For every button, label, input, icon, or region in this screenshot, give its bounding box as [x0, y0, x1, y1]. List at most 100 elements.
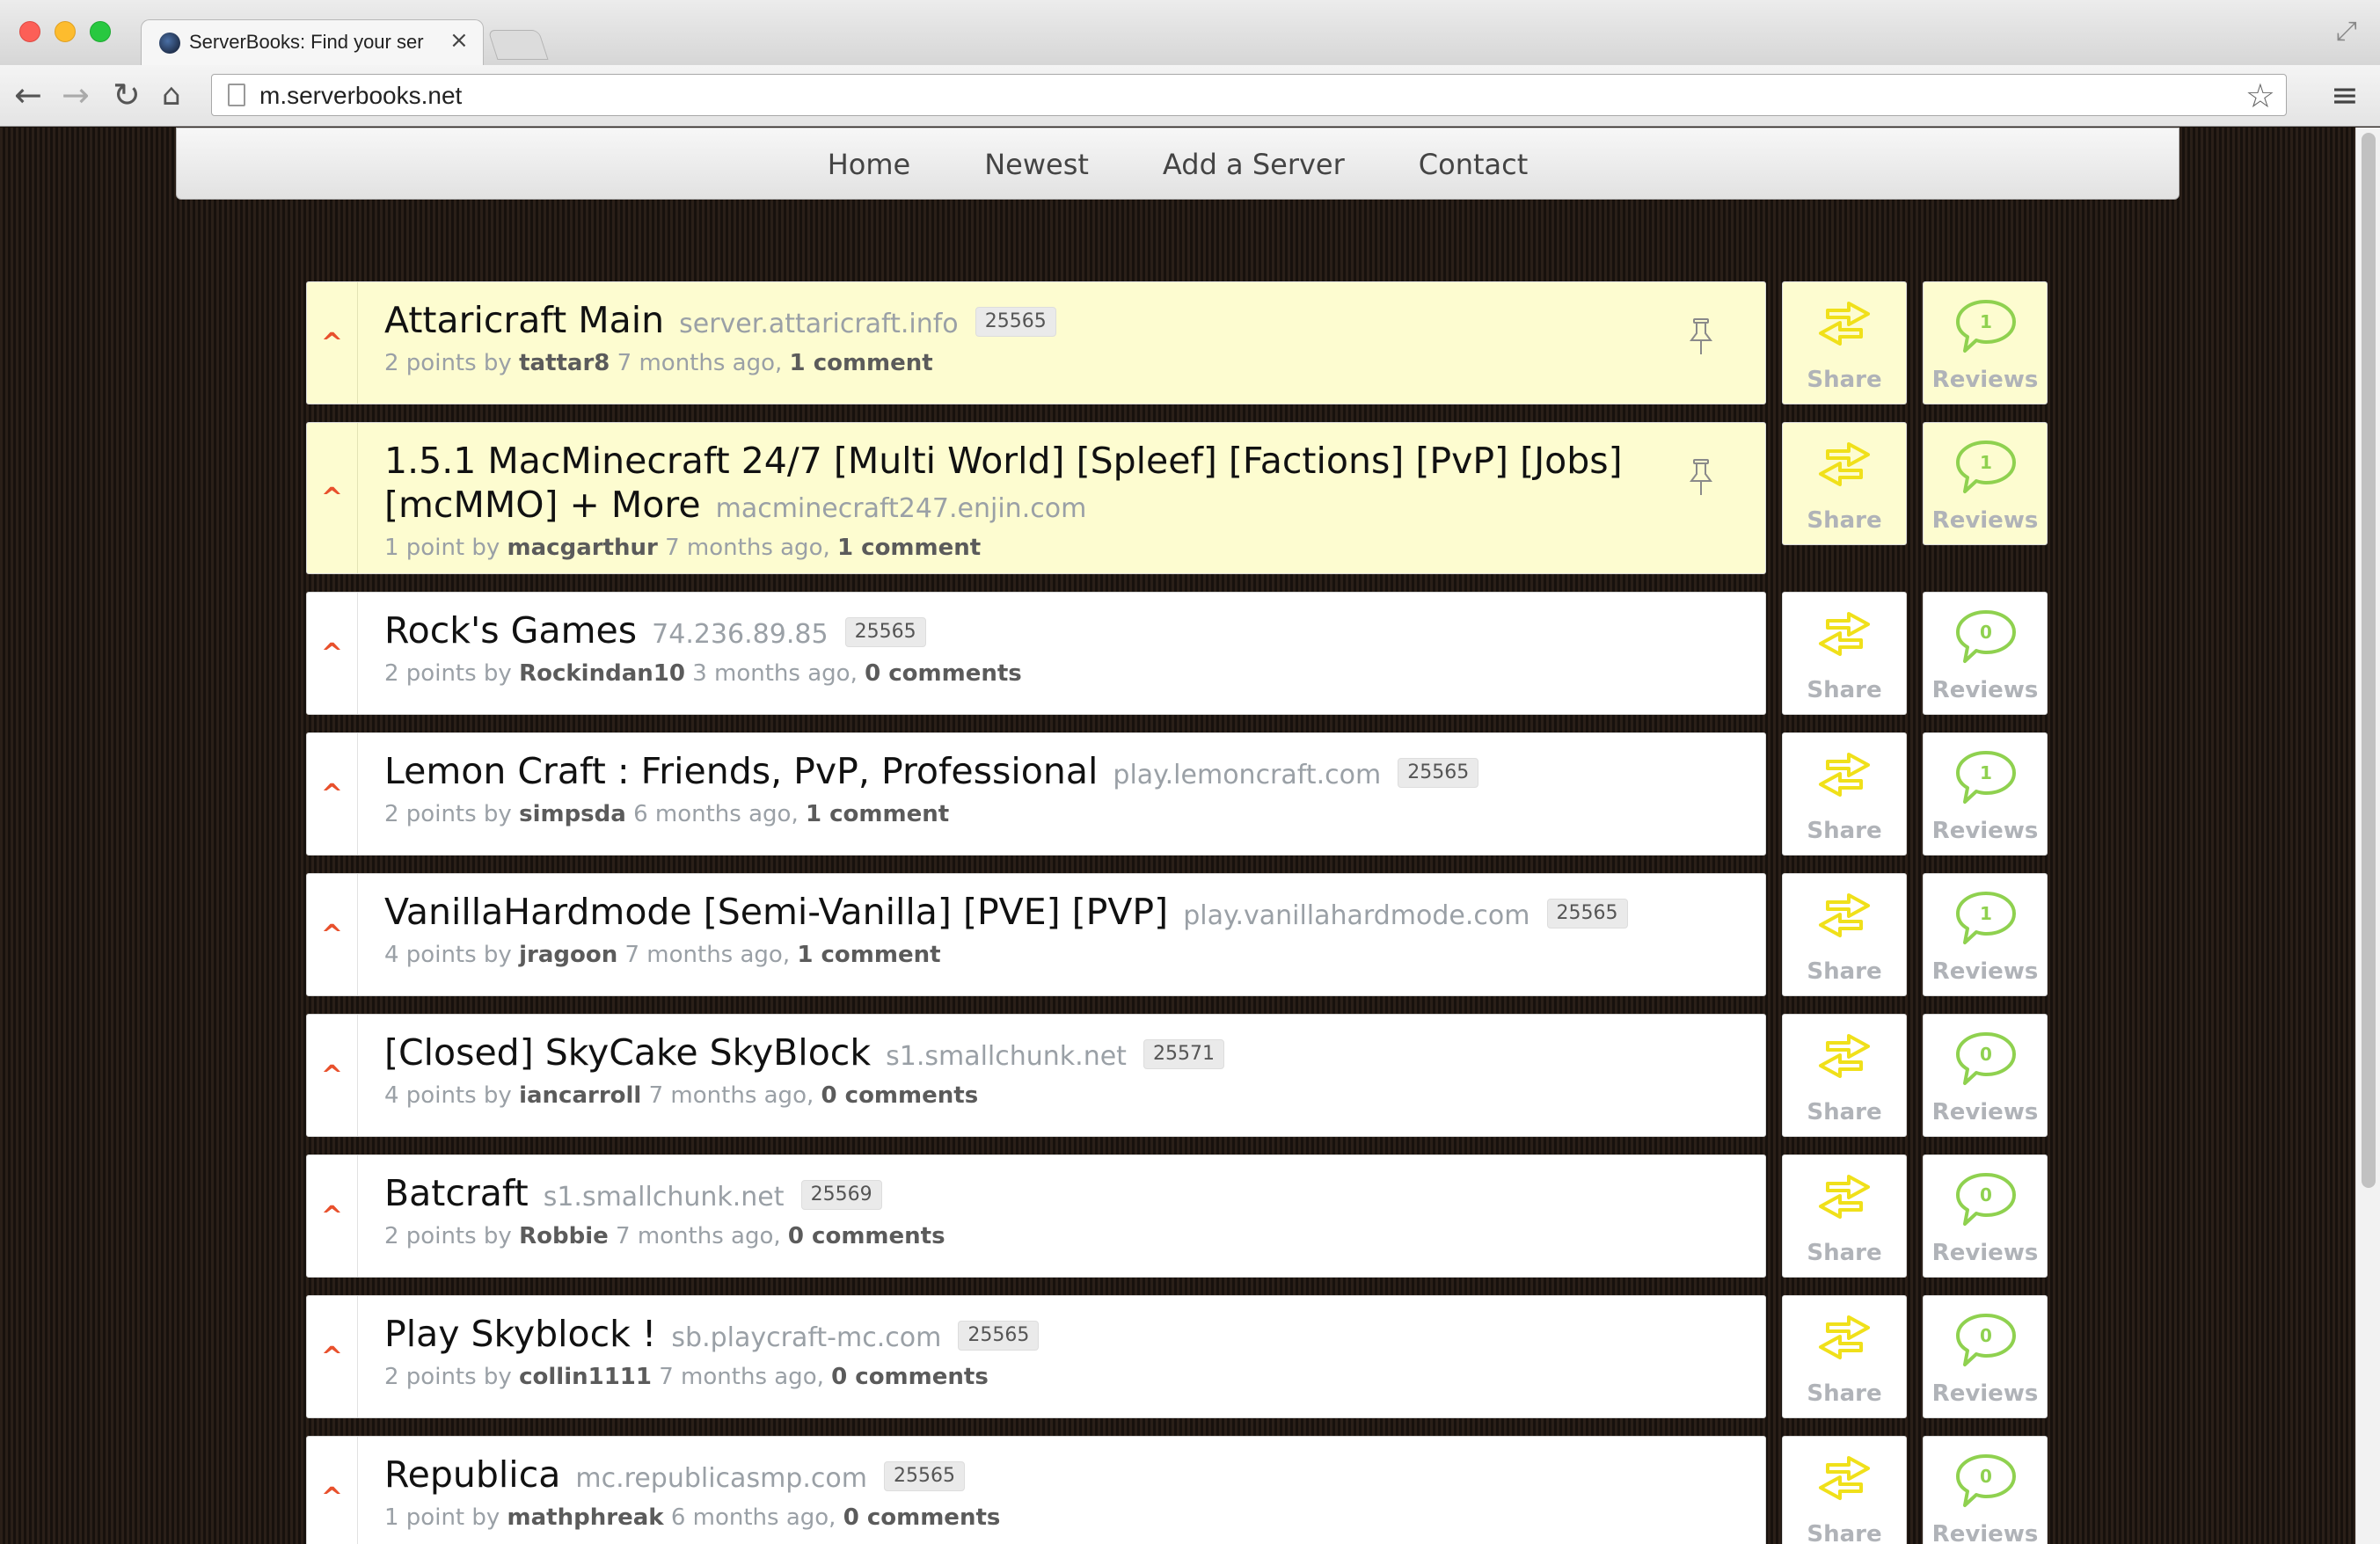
upvote-button[interactable]: ^: [307, 733, 358, 855]
share-button[interactable]: Share: [1782, 1436, 1907, 1544]
browser-tab[interactable]: ServerBooks: Find your ser ×: [141, 19, 484, 65]
reviews-button[interactable]: 0 Reviews: [1923, 592, 2048, 715]
username-link[interactable]: Rockindan10: [519, 660, 685, 687]
upvote-button[interactable]: ^: [307, 874, 358, 995]
server-port: 25565: [844, 617, 926, 647]
upvote-arrow-icon: ^: [320, 919, 344, 950]
server-content: Play Skyblock ! sb.playcraft-mc.com 2556…: [358, 1296, 1765, 1417]
share-button[interactable]: Share: [1782, 592, 1907, 715]
reviews-button[interactable]: 0 Reviews: [1923, 1295, 2048, 1418]
points-text: 2 points by: [384, 350, 512, 376]
menu-icon[interactable]: ≡: [2331, 76, 2359, 114]
upvote-arrow-icon: ^: [320, 483, 344, 513]
page-scrollbar[interactable]: [2355, 127, 2380, 1544]
speech-bubble-icon: 1: [1956, 892, 2016, 944]
page-icon: [228, 84, 245, 106]
upvote-button[interactable]: ^: [307, 1015, 358, 1136]
bookmark-star-icon[interactable]: ☆: [2245, 76, 2275, 115]
reviews-button[interactable]: 0 Reviews: [1923, 1014, 2048, 1137]
reviews-button[interactable]: 1 Reviews: [1923, 281, 2048, 404]
share-button[interactable]: Share: [1782, 1154, 1907, 1278]
nav-contact[interactable]: Contact: [1419, 148, 1529, 181]
server-meta: 2 points by collin1111 7 months ago, 0 c…: [384, 1364, 1704, 1390]
comments-link[interactable]: 0 comments: [788, 1223, 945, 1249]
age-text: 7 months ago,: [659, 1364, 824, 1390]
username-link[interactable]: tattar8: [519, 350, 610, 376]
comments-link[interactable]: 0 comments: [831, 1364, 989, 1390]
server-row: ^ VanillaHardmode [Semi-Vanilla] [PVE] […: [306, 873, 2065, 996]
comments-link[interactable]: 1 comment: [790, 350, 933, 376]
review-count: 0: [1980, 1044, 1992, 1065]
share-label: Share: [1807, 1099, 1882, 1125]
server-row: ^ 1.5.1 MacMinecraft 24/7 [Multi World] …: [306, 422, 2065, 574]
username-link[interactable]: Robbie: [519, 1223, 609, 1249]
server-port: 25565: [958, 1321, 1040, 1351]
nav-newest[interactable]: Newest: [984, 148, 1089, 181]
upvote-button[interactable]: ^: [307, 423, 358, 573]
forward-arrow-icon[interactable]: →: [62, 76, 90, 114]
reviews-button[interactable]: 1 Reviews: [1923, 422, 2048, 545]
comments-link[interactable]: 1 comment: [806, 801, 949, 827]
share-button[interactable]: Share: [1782, 1014, 1907, 1137]
username-link[interactable]: jragoon: [519, 942, 617, 968]
share-label: Share: [1807, 367, 1882, 393]
server-meta: 4 points by iancarroll 7 months ago, 0 c…: [384, 1082, 1704, 1109]
username-link[interactable]: macgarthur: [507, 535, 658, 561]
comments-link[interactable]: 0 comments: [843, 1504, 1001, 1531]
server-title-link[interactable]: Lemon Craft : Friends, PvP, Professional: [384, 750, 1098, 792]
back-arrow-icon[interactable]: ←: [14, 76, 42, 114]
minimize-window-button[interactable]: [55, 21, 76, 42]
scrollbar-thumb[interactable]: [2362, 133, 2376, 1188]
close-icon[interactable]: ×: [449, 27, 469, 54]
server-title-link[interactable]: Attaricraft Main: [384, 299, 664, 341]
reviews-button[interactable]: 1 Reviews: [1923, 873, 2048, 996]
comments-link[interactable]: 0 comments: [865, 660, 1022, 687]
username-link[interactable]: iancarroll: [519, 1082, 641, 1109]
server-content: Attaricraft Main server.attaricraft.info…: [358, 282, 1765, 404]
reviews-button[interactable]: 1 Reviews: [1923, 732, 2048, 856]
new-tab-button[interactable]: [487, 30, 549, 60]
share-button[interactable]: Share: [1782, 281, 1907, 404]
server-title-link[interactable]: Rock's Games: [384, 609, 637, 652]
reviews-button[interactable]: 0 Reviews: [1923, 1436, 2048, 1544]
share-button[interactable]: Share: [1782, 873, 1907, 996]
home-icon[interactable]: ⌂: [162, 76, 181, 114]
comments-link[interactable]: 1 comment: [797, 942, 940, 968]
username-link[interactable]: mathphreak: [507, 1504, 664, 1531]
share-arrows-icon: [1819, 302, 1870, 346]
server-title-link[interactable]: Republica: [384, 1453, 560, 1496]
server-domain: 74.236.89.85: [652, 619, 829, 650]
server-title-link[interactable]: [Closed] SkyCake SkyBlock: [384, 1031, 871, 1074]
server-row: ^ Rock's Games 74.236.89.85 25565 2 poin…: [306, 592, 2065, 715]
zoom-window-button[interactable]: [90, 21, 111, 42]
share-button[interactable]: Share: [1782, 422, 1907, 545]
username-link[interactable]: simpsda: [519, 801, 626, 827]
nav-home[interactable]: Home: [828, 148, 911, 181]
address-bar[interactable]: m.serverbooks.net ☆: [211, 74, 2287, 116]
username-link[interactable]: collin1111: [519, 1364, 652, 1390]
close-window-button[interactable]: [19, 21, 40, 42]
reviews-button[interactable]: 0 Reviews: [1923, 1154, 2048, 1278]
upvote-button[interactable]: ^: [307, 1296, 358, 1417]
points-text: 1 point by: [384, 1504, 500, 1531]
reload-icon[interactable]: ↻: [113, 76, 141, 114]
upvote-button[interactable]: ^: [307, 1155, 358, 1277]
server-title-link[interactable]: Batcraft: [384, 1172, 529, 1214]
upvote-button[interactable]: ^: [307, 282, 358, 404]
server-title-link[interactable]: VanillaHardmode [Semi-Vanilla] [PVE] [PV…: [384, 891, 1168, 933]
server-domain: s1.smallchunk.net: [543, 1182, 785, 1213]
upvote-button[interactable]: ^: [307, 1437, 358, 1544]
comments-link[interactable]: 1 comment: [837, 535, 981, 561]
reviews-label: Reviews: [1931, 677, 2039, 703]
comments-link[interactable]: 0 comments: [821, 1082, 979, 1109]
server-content: VanillaHardmode [Semi-Vanilla] [PVE] [PV…: [358, 874, 1765, 995]
share-button[interactable]: Share: [1782, 732, 1907, 856]
server-title-link[interactable]: Play Skyblock !: [384, 1313, 656, 1355]
server-meta: 4 points by jragoon 7 months ago, 1 comm…: [384, 942, 1704, 968]
nav-add-server[interactable]: Add a Server: [1163, 148, 1345, 181]
share-button[interactable]: Share: [1782, 1295, 1907, 1418]
url-text[interactable]: m.serverbooks.net: [259, 82, 462, 110]
server-domain: sb.playcraft-mc.com: [671, 1322, 942, 1353]
fullscreen-icon[interactable]: ⤢: [2336, 16, 2357, 47]
upvote-button[interactable]: ^: [307, 593, 358, 714]
